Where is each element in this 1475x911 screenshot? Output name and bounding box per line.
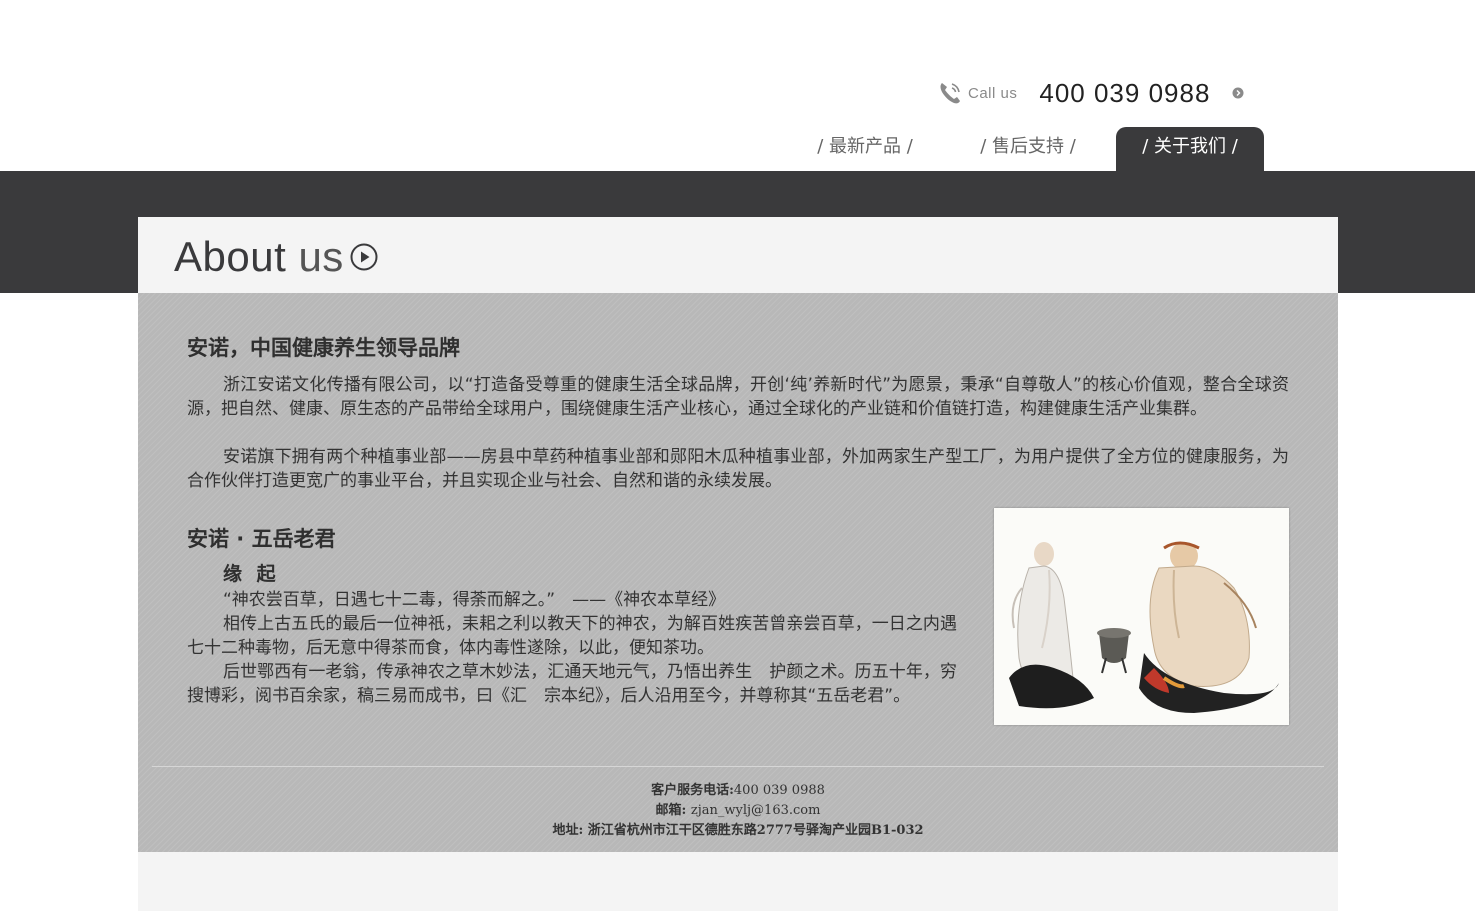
footer-email-line: 邮箱: zjan_wylj@163.com <box>138 801 1338 821</box>
content-panel: About us 安诺，中国健康养生领导品牌 浙江安诺文化传播有限公司，以“打造… <box>138 217 1338 911</box>
footer-phone-line: 客户服务电话:400 039 0988 <box>138 781 1338 801</box>
about-content: 安诺，中国健康养生领导品牌 浙江安诺文化传播有限公司，以“打造备受尊重的健康生活… <box>138 293 1338 852</box>
footer-address-value: 浙江省杭州市江干区德胜东路2777号驿淘产业园B1-032 <box>587 823 924 838</box>
nav-item-after-sales[interactable]: / 售后支持 / <box>963 127 1093 171</box>
footer-email-label: 邮箱: <box>655 803 687 818</box>
page-title-us: us <box>298 233 344 280</box>
footer-divider <box>152 766 1324 767</box>
page-title: About us <box>174 233 378 281</box>
footer-email-value[interactable]: zjan_wylj@163.com <box>691 803 821 818</box>
footer-phone-value[interactable]: 400 039 0988 <box>734 783 825 798</box>
origin-quote: “神农尝百草，日遇七十二毒，得荼而解之。” ——《神农本草经》 <box>223 590 726 610</box>
phone-number[interactable]: 400 039 0988 <box>1039 78 1210 109</box>
brand-heading: 安诺，中国健康养生领导品牌 <box>187 336 460 360</box>
circle-arrow-icon[interactable] <box>1232 87 1244 99</box>
call-us-label: Call us <box>968 84 1018 102</box>
painting-image <box>1009 541 1279 713</box>
company-intro-paragraph: 浙江安诺文化传播有限公司，以“打造备受尊重的健康生活全球品牌，开创‘纯’养新时代… <box>187 375 1289 419</box>
shennong-painting <box>994 508 1289 725</box>
footer-contact: 客户服务电话:400 039 0988 邮箱: zjan_wylj@163.co… <box>138 781 1338 841</box>
main-nav: / 最新产品 / / 售后支持 / / 关于我们 / <box>0 127 1475 171</box>
phone-icon <box>940 83 960 104</box>
footer-address-label: 地址: <box>552 823 584 838</box>
footer-address-line: 地址: 浙江省杭州市江干区德胜东路2777号驿淘产业园B1-032 <box>138 821 1338 841</box>
origin-subheading: 缘 起 <box>223 563 280 585</box>
origin-paragraph-2: 后世鄂西有一老翁，传承神农之草木妙法，汇通天地元气，乃悟出养生 护颜之术。历五十… <box>187 662 957 706</box>
nav-item-latest-products[interactable]: / 最新产品 / <box>800 127 930 171</box>
origin-paragraph-1: 相传上古五氏的最后一位神祇，耒耜之利以教天下的神农，为解百姓疾苦曾亲尝百草，一日… <box>187 614 957 658</box>
product-heading: 安诺 · 五岳老君 <box>187 527 336 551</box>
title-strip: About us <box>138 217 1338 293</box>
footer-phone-label: 客户服务电话: <box>651 783 734 798</box>
nav-item-about-us[interactable]: / 关于我们 / <box>1116 127 1264 171</box>
play-circle-icon[interactable] <box>350 243 378 271</box>
page-title-about: About <box>174 233 287 280</box>
call-us-block: Call us 400 039 0988 <box>938 78 1244 108</box>
company-divisions-paragraph: 安诺旗下拥有两个种植事业部——房县中草药种植事业部和郧阳木瓜种植事业部，外加两家… <box>187 447 1289 491</box>
